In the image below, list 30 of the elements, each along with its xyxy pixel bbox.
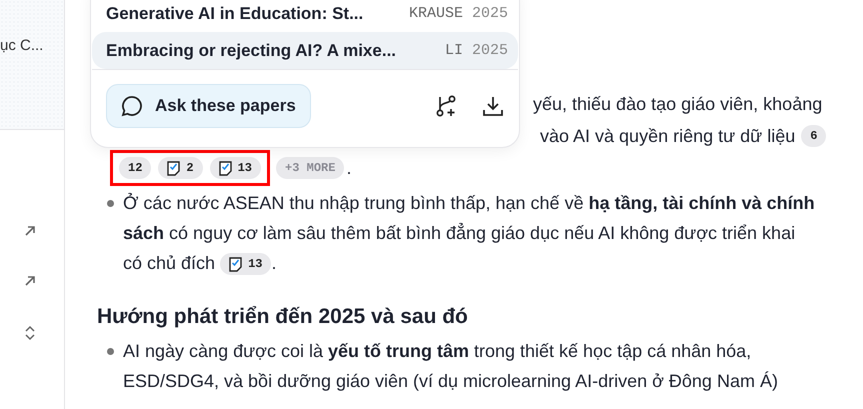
citation-chip[interactable]: 13	[220, 253, 272, 276]
citation-chip[interactable]: 2	[158, 157, 203, 179]
speech-bubble-icon	[121, 95, 143, 117]
period-text: .	[346, 157, 352, 180]
citation-chip[interactable]: 12	[119, 157, 152, 179]
paper-title: Generative AI in Education: St...	[106, 2, 364, 24]
arrow-up-right-icon[interactable]	[24, 225, 36, 237]
bullet-text: Ở các nước ASEAN thu nhập trung bình thấp, hạn chế về hạ tầng, tài chính và chính sách có nguy cơ làm sâu thêm bất bình đẳng giáo dục nếu AI không được triển khai có chủ đích 13 .	[123, 188, 817, 278]
paper-row[interactable]: Generative AI in Education: St... KRAUSE 2025	[92, 0, 518, 32]
ask-papers-button[interactable]: Ask these papers	[106, 84, 311, 128]
section-heading: Hướng phát triển đến 2025 và sau đó	[97, 304, 469, 330]
paper-row[interactable]: Embracing or rejecting AI? A mixe... LI 2025	[92, 32, 518, 69]
paper-author-year: KRAUSE 2025	[408, 4, 508, 24]
bullet-dot	[107, 200, 114, 207]
citation-chip[interactable]: 13	[210, 157, 262, 179]
document-check-icon	[229, 256, 242, 272]
answer-text: yếu, thiếu đào tạo giáo viên, khoảng	[533, 93, 822, 116]
document-check-icon	[218, 160, 232, 176]
paper-title: Embracing or rejecting AI? A mixe...	[106, 40, 396, 62]
document-check-icon	[167, 160, 180, 176]
branch-add-icon[interactable]	[436, 94, 458, 118]
sidebar-item-title[interactable]: ục C...	[0, 37, 44, 54]
arrow-up-right-icon[interactable]	[24, 275, 36, 287]
answer-text: vào AI và quyền riêng tư dữ liệu	[540, 125, 796, 148]
download-icon[interactable]	[482, 95, 504, 117]
chevron-up-down-icon[interactable]	[24, 325, 36, 341]
paper-author-year: LI 2025	[444, 40, 508, 60]
bullet-text: AI ngày càng được coi là yếu tố trung tâm trong thiết kế học tập cá nhân hóa, ESD/SDG4, và bồi dưỡng giáo viên (ví dụ microlearning AI-driven ở Đông Nam Á)	[123, 340, 779, 393]
citation-chip[interactable]: 6	[801, 125, 826, 147]
bullet-dot	[107, 348, 114, 355]
